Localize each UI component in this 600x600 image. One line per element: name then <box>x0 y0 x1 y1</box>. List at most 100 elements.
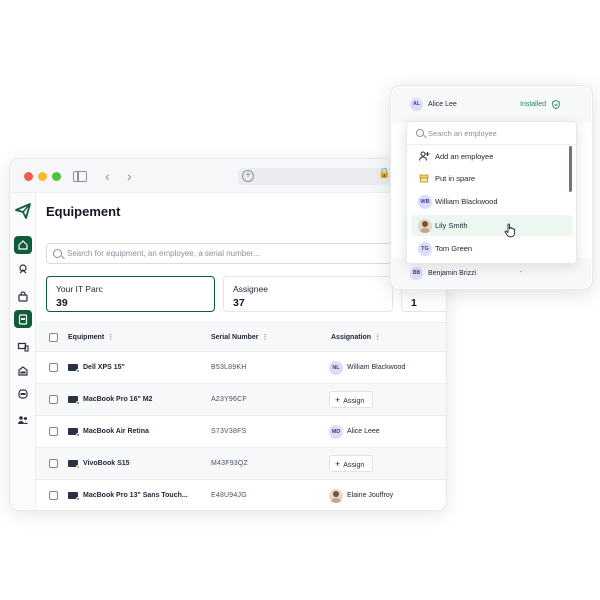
equipment-name: Dell XPS 15" <box>83 364 125 371</box>
row-checkbox[interactable] <box>49 363 58 372</box>
owner-name: Alice Lee <box>428 101 457 108</box>
sidebar-item-badge-2[interactable] <box>14 385 32 403</box>
column-serial[interactable]: Serial Number ⋮ <box>211 333 268 341</box>
column-label: Assignation <box>331 334 372 341</box>
sidebar-item-equipment[interactable] <box>14 310 32 328</box>
avatar <box>329 489 343 503</box>
row-checkbox[interactable] <box>49 427 58 436</box>
employee-search[interactable] <box>407 122 576 145</box>
page-title: Equipement <box>46 204 121 219</box>
table-header: Equipment ⋮ Serial Number ⋮ Assignation ⋮ <box>36 322 446 352</box>
table-row[interactable]: MacBook Air Retina S73V38FS MD Alice Lee… <box>36 416 446 448</box>
laptop-icon <box>68 396 80 405</box>
assign-label: Assign <box>343 461 365 469</box>
equipment-name: MacBook Pro 16" M2 <box>83 396 153 403</box>
avatar <box>418 219 432 233</box>
menu-item-put-in-spare[interactable]: Put in spare <box>411 168 573 189</box>
tracking-icon <box>19 264 27 274</box>
search-icon <box>53 249 62 258</box>
assignee-name[interactable]: William Blackwood <box>347 364 405 371</box>
row-checkbox[interactable] <box>49 491 58 500</box>
app-window: ‹ › + 🔒 Equipement Search for equipment,… <box>9 158 447 511</box>
column-label: Equipment <box>68 334 105 341</box>
serial-number: E48U94JG <box>211 492 247 499</box>
sidebar-item-badge[interactable] <box>14 362 32 380</box>
owner-name: Benjamin Brizzi <box>428 270 477 277</box>
column-equipment[interactable]: Equipment ⋮ <box>68 333 114 341</box>
minimize-window-button[interactable] <box>38 172 47 181</box>
laptop-icon <box>68 492 80 501</box>
assignee-name[interactable]: Elaine Jouffroy <box>347 492 393 499</box>
status-dot <box>76 369 80 373</box>
row-checkbox[interactable] <box>49 459 58 468</box>
add-user-icon <box>419 151 430 161</box>
equipment-name: VivoBook S15 <box>83 460 130 467</box>
employee-search-input[interactable] <box>428 126 568 141</box>
assign-button[interactable]: + Assign <box>329 391 373 408</box>
sidebar-item-home[interactable] <box>14 236 32 254</box>
app-sidebar <box>10 193 36 510</box>
menu-item-employee[interactable]: TG Tom Green <box>411 238 573 259</box>
sidebar-toggle-icon[interactable] <box>73 171 87 182</box>
assign-button[interactable]: + Assign <box>329 455 373 472</box>
forward-icon[interactable]: › <box>127 168 132 184</box>
laptop-icon <box>68 364 80 373</box>
sidebar-item-tracking[interactable] <box>14 260 32 278</box>
select-all-checkbox[interactable] <box>49 333 58 342</box>
close-window-button[interactable] <box>24 172 33 181</box>
serial-number: M43F93QZ <box>211 460 248 467</box>
search-icon <box>416 129 424 137</box>
serial-number: A23Y96CF <box>211 396 247 403</box>
dropdown-scrollbar[interactable] <box>569 146 572 192</box>
assignee-name[interactable]: Alice Leee <box>347 428 380 435</box>
column-assignation[interactable]: Assignation ⋮ <box>331 333 381 341</box>
table-row[interactable]: MacBook Pro 13" Sans Touch... E48U94JG E… <box>36 480 446 510</box>
equipment-search[interactable] <box>46 243 406 264</box>
stat-label: Assignee <box>233 284 268 294</box>
column-menu-icon[interactable]: ⋮ <box>261 334 268 341</box>
stat-card-it-parc[interactable]: Your IT Parc 39 <box>46 276 215 312</box>
back-icon[interactable]: ‹ <box>105 168 110 184</box>
status-badge: Installed <box>520 101 547 108</box>
sidebar-item-bag[interactable] <box>14 288 32 306</box>
new-tab-icon[interactable]: + <box>242 170 254 182</box>
clipboard-icon <box>18 314 28 325</box>
lock-icon: 🔒 <box>378 168 391 179</box>
maximize-window-button[interactable] <box>52 172 61 181</box>
column-menu-icon[interactable]: ⋮ <box>107 334 114 341</box>
column-menu-icon[interactable]: ⋮ <box>374 334 381 341</box>
avatar: MD <box>329 425 343 439</box>
stat-value: 1 <box>411 297 417 309</box>
shield-check-icon <box>552 100 560 109</box>
laptop-icon <box>68 428 80 437</box>
stat-label: Your IT Parc <box>56 284 103 294</box>
table-row[interactable]: MacBook Pro 16" M2 A23Y96CF + Assign <box>36 384 446 416</box>
sidebar-item-team[interactable] <box>14 411 32 429</box>
column-label: Serial Number <box>211 334 259 341</box>
menu-item-label: William Blackwood <box>435 197 498 206</box>
status-dot <box>76 433 80 437</box>
stat-value: 39 <box>56 297 68 309</box>
equipment-search-input[interactable] <box>67 246 397 261</box>
equipment-name: MacBook Air Retina <box>83 428 149 435</box>
plus-icon: + <box>335 458 341 469</box>
table-row[interactable]: Dell XPS 15" B53L89KH NL William Blackwo… <box>36 352 446 384</box>
stat-card-assignee[interactable]: Assignee 37 <box>223 276 393 312</box>
row-checkbox[interactable] <box>49 395 58 404</box>
status-empty: - <box>520 269 523 276</box>
menu-item-add-employee[interactable]: Add an employee <box>411 146 573 167</box>
sidebar-item-devices[interactable] <box>14 338 32 356</box>
serial-number: B53L89KH <box>211 364 247 371</box>
menu-item-label: Tom Green <box>435 244 473 253</box>
hand-cursor-icon <box>504 223 516 238</box>
avatar: BB <box>410 267 423 280</box>
status-dot <box>76 497 80 501</box>
assignment-row[interactable]: AL Alice Lee Installed <box>392 87 591 123</box>
home-icon <box>18 240 28 250</box>
avatar: WB <box>418 195 432 209</box>
avatar: AL <box>410 98 423 111</box>
menu-item-label: Add an employee <box>435 152 494 161</box>
table-row[interactable]: VivoBook S15 M43F93QZ + Assign <box>36 448 446 480</box>
menu-item-employee[interactable]: WB William Blackwood <box>411 191 573 212</box>
menu-item-employee[interactable]: Lily Smith <box>411 215 573 236</box>
